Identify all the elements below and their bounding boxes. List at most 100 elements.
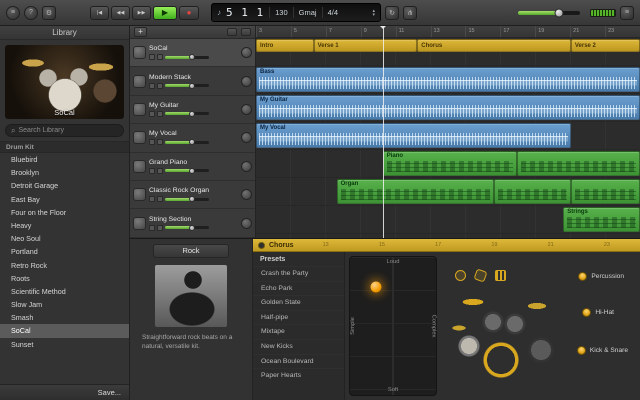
library-item[interactable]: SoCal (0, 324, 129, 338)
pan-knob[interactable] (241, 132, 252, 144)
preset-item[interactable]: Paper Hearts (253, 368, 344, 383)
play-button[interactable]: ▶ (153, 5, 177, 20)
hihat-control[interactable]: Hi-Hat (582, 308, 614, 317)
save-button[interactable]: Save... (98, 388, 121, 397)
pan-knob[interactable] (241, 75, 252, 87)
preset-item[interactable]: Golden State (253, 295, 344, 310)
fast-forward-button[interactable]: ▶▶ (132, 5, 151, 20)
library-item[interactable]: Detroit Garage (0, 179, 129, 192)
track-volume-slider[interactable] (165, 82, 209, 89)
track-volume-knob[interactable] (189, 196, 196, 203)
mute-button[interactable] (149, 224, 155, 231)
pan-knob[interactable] (241, 217, 252, 229)
tuner-button[interactable]: ⋔ (403, 5, 417, 20)
record-button[interactable]: ● (179, 5, 199, 20)
region-grand-piano[interactable] (517, 151, 640, 176)
track-volume-slider[interactable] (165, 139, 209, 146)
kick-snare-knob[interactable] (576, 346, 586, 355)
kick-snare-control[interactable]: Kick & Snare (576, 346, 628, 355)
editor-region-bar[interactable]: Chorus 13 15 17 19 21 23 (253, 239, 640, 252)
region-chorus[interactable]: Chorus (417, 39, 571, 52)
quick-help-button[interactable]: ? (24, 5, 38, 20)
track-header[interactable]: My Guitar (130, 96, 255, 125)
solo-button[interactable] (157, 139, 163, 146)
library-item[interactable]: Portland (0, 245, 129, 258)
automation-button[interactable] (227, 28, 237, 36)
library-item[interactable]: Sunset (0, 338, 129, 351)
timeline-ruler[interactable]: 3 5 7 9 11 13 15 17 19 21 23 (256, 26, 640, 38)
library-item[interactable]: Four on the Floor (0, 206, 129, 219)
cycle-button[interactable]: ↻ (385, 5, 399, 20)
region-organ[interactable]: Organ (336, 179, 495, 204)
pan-knob[interactable] (241, 160, 252, 172)
genre-button[interactable]: Rock (153, 244, 229, 258)
library-item[interactable]: Heavy (0, 219, 129, 232)
track-volume-slider[interactable] (165, 54, 209, 61)
rewind-button[interactable]: ◀◀ (111, 5, 130, 20)
track-volume-knob[interactable] (189, 54, 196, 61)
library-item[interactable]: Roots (0, 272, 129, 285)
drum-kit-illustration[interactable] (447, 290, 565, 394)
pan-knob[interactable] (241, 103, 252, 115)
go-to-beginning-button[interactable]: |◀ (90, 5, 109, 20)
region-my-vocal[interactable]: My Vocal (256, 123, 571, 148)
region-verse-1[interactable]: Verse 1 (313, 39, 418, 52)
library-item[interactable]: Retro Rock (0, 259, 129, 272)
mute-button[interactable] (149, 110, 155, 117)
track-volume-knob[interactable] (189, 82, 196, 89)
xy-pad[interactable]: Loud Soft Simple Complex (349, 256, 437, 396)
master-volume-knob[interactable] (554, 8, 564, 17)
track-volume-slider[interactable] (165, 196, 209, 203)
solo-button[interactable] (157, 167, 163, 174)
preset-item[interactable]: Half-pipe (253, 309, 344, 325)
region-classic-rock-organ[interactable] (494, 179, 571, 204)
media-browser-button[interactable]: ≡ (620, 5, 634, 20)
add-track-button[interactable]: + (134, 27, 147, 37)
track-header[interactable]: Modern Stack (130, 67, 255, 96)
track-volume-knob[interactable] (189, 224, 196, 231)
region-bass[interactable]: Bass (256, 67, 640, 92)
track-height-button[interactable] (241, 28, 251, 36)
track-header[interactable]: My Vocal (130, 124, 255, 153)
mute-button[interactable] (149, 139, 155, 146)
hihat-knob[interactable] (582, 308, 592, 317)
playhead[interactable] (379, 26, 386, 238)
percussion-control[interactable]: Percussion (578, 272, 624, 281)
preset-item[interactable]: Mixtape (253, 324, 344, 339)
smart-controls-button[interactable]: ⚙ (42, 5, 56, 20)
region-intro[interactable]: Intro (256, 39, 314, 52)
region-classic-rock-organ[interactable] (570, 179, 640, 204)
lcd-stepper[interactable]: ▴ ▾ (372, 8, 375, 17)
preset-item[interactable]: New Kicks (253, 338, 344, 354)
track-volume-slider[interactable] (165, 167, 209, 174)
shaker-icon[interactable] (473, 268, 488, 283)
mute-button[interactable] (149, 196, 155, 203)
library-item[interactable]: Scientific Method (0, 285, 129, 298)
mute-button[interactable] (149, 167, 155, 174)
preset-item[interactable]: Ocean Boulevard (253, 353, 344, 369)
track-header[interactable]: Classic Rock Organ (130, 181, 255, 210)
solo-button[interactable] (157, 110, 163, 117)
pan-knob[interactable] (241, 47, 252, 59)
mute-button[interactable] (149, 82, 155, 89)
track-volume-knob[interactable] (189, 139, 196, 146)
percussion-knob[interactable] (578, 272, 588, 281)
pan-knob[interactable] (241, 189, 252, 201)
mute-button[interactable] (149, 54, 155, 61)
handclap-icon[interactable] (495, 270, 506, 281)
library-item[interactable]: Neo Soul (0, 232, 129, 245)
region-piano[interactable]: Piano (382, 151, 518, 176)
library-toggle-button[interactable]: ≡ (6, 5, 20, 20)
preset-item[interactable]: Crash the Party (253, 266, 344, 281)
track-header[interactable]: String Section (130, 209, 255, 238)
region-my-guitar[interactable]: My Guitar (256, 95, 640, 120)
master-volume-slider[interactable] (518, 8, 580, 17)
track-volume-knob[interactable] (189, 167, 196, 174)
solo-button[interactable] (157, 196, 163, 203)
tambourine-icon[interactable] (455, 270, 466, 281)
library-search[interactable]: ⌕ (5, 124, 124, 137)
library-item[interactable]: Bluebird (0, 153, 129, 166)
region-strings[interactable]: Strings (563, 207, 640, 232)
track-header[interactable]: SoCal (130, 39, 255, 68)
library-item[interactable]: Slow Jam (0, 298, 129, 311)
